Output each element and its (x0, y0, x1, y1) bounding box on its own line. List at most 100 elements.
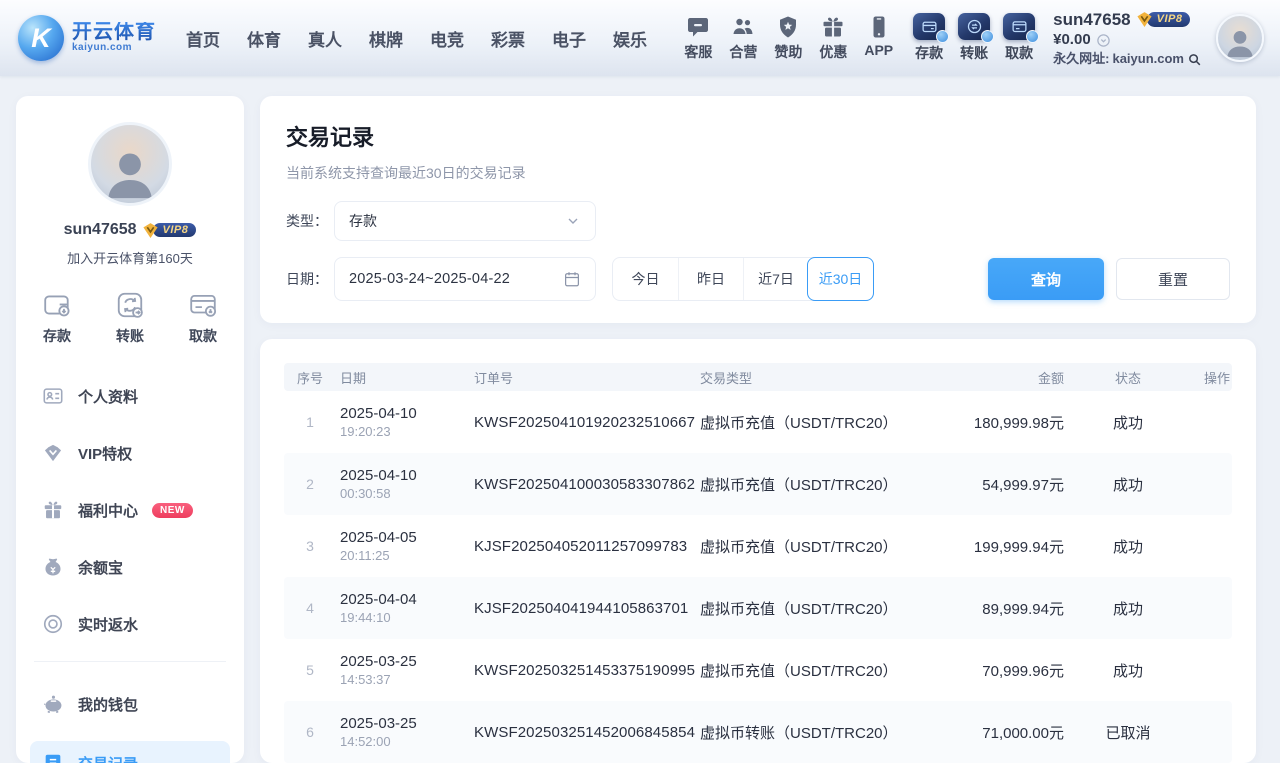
refresh-balance-icon[interactable] (1096, 33, 1111, 48)
quick-actions: 存款 转账 取款 (30, 290, 230, 346)
profile-sidebar: sun47658 VIP8 加入开云体育第160天 存款 转账 (16, 96, 244, 763)
col-type: 交易类型 (696, 368, 938, 387)
col-amount: 金额 (938, 368, 1068, 387)
permanent-url: kaiyun.com (1112, 51, 1184, 67)
sidebar-menu-item[interactable]: 我的钱包 (30, 684, 230, 724)
topbar-utility-item[interactable]: 合营 (729, 15, 757, 62)
date-range-input[interactable]: 2025-03-24~2025-04-22 (334, 257, 596, 301)
row-index: 3 (284, 538, 336, 554)
nav-item[interactable]: 娱乐 (613, 26, 647, 51)
main-column: 交易记录 当前系统支持查询最近30日的交易记录 类型： 存款 日期： 2025-… (260, 96, 1256, 763)
row-date: 2025-04-04 19:44:10 (336, 591, 470, 625)
deposit-cube-icon (913, 13, 945, 40)
vip-v-icon (142, 222, 159, 239)
vip-badge[interactable]: VIP8 (1136, 11, 1191, 28)
date-range-button[interactable]: 近30日 (807, 257, 874, 301)
table-row: 5 2025-03-25 14:53:37 KWSF20250325145337… (284, 639, 1232, 701)
date-range-button[interactable]: 昨日 (678, 258, 743, 300)
row-status: 成功 (1068, 536, 1188, 557)
calendar-icon (563, 270, 581, 288)
nav-item[interactable]: 彩票 (491, 26, 525, 51)
row-order-number: KJSF202504052011257099783 (470, 538, 696, 555)
row-order-number: KWSF202503251453375190995 (470, 662, 696, 679)
table-row: 1 2025-04-10 19:20:23 KWSF20250410192023… (284, 391, 1232, 453)
rebate-icon (42, 613, 64, 635)
col-status: 状态 (1068, 368, 1188, 387)
row-transaction-type: 虚拟币充值（USDT/TRC20） (696, 660, 938, 681)
user-info: sun47658 VIP8 ¥0.00 永久网址: kaiyun.com (1053, 9, 1202, 67)
nav-item[interactable]: 首页 (186, 26, 220, 51)
sidebar-menu-item[interactable]: 个人资料 (30, 376, 230, 416)
row-transaction-type: 虚拟币充值（USDT/TRC20） (696, 536, 938, 557)
transaction-type-select[interactable]: 存款 (334, 201, 596, 241)
welfare-icon (42, 499, 64, 521)
profile-icon (42, 385, 64, 407)
row-amount: 54,999.97元 (938, 474, 1068, 495)
sidebar-menu-item[interactable]: 余额宝 (30, 547, 230, 587)
brand-domain: kaiyun.com (72, 43, 156, 54)
page-content: sun47658 VIP8 加入开云体育第160天 存款 转账 (0, 76, 1280, 763)
topbar-utility-item[interactable]: 优惠 (819, 15, 847, 62)
brand-name: 开云体育 (72, 22, 156, 43)
nav-item[interactable]: 真人 (308, 26, 342, 51)
topbar-utility-item[interactable]: 客服 (684, 15, 712, 62)
partner-icon (731, 15, 755, 39)
topbar-utility-item[interactable]: APP (864, 15, 893, 62)
vip-icon (42, 442, 64, 464)
table-body: 1 2025-04-10 19:20:23 KWSF20250410192023… (284, 391, 1232, 763)
row-date: 2025-04-10 19:20:23 (336, 405, 470, 439)
sidebar-menu-item[interactable]: 实时返水 (30, 604, 230, 644)
promo-icon (821, 15, 845, 39)
date-range-button[interactable]: 今日 (613, 258, 678, 300)
quick-action-button[interactable]: 取款 (188, 290, 218, 346)
quick-action-button[interactable]: 存款 (42, 290, 72, 346)
date-label: 日期： (286, 269, 334, 289)
reset-button[interactable]: 重置 (1116, 258, 1230, 300)
col-order: 订单号 (470, 368, 696, 387)
sidebar-menu: 个人资料 VIP特权 福利中心 NEW 余额宝 (30, 376, 230, 644)
row-index: 2 (284, 476, 336, 492)
wallet-icon (42, 693, 64, 715)
sidebar-menu-item[interactable]: 交易记录 (30, 741, 230, 763)
row-order-number: KWSF202504101920232510667 (470, 414, 696, 431)
row-index: 4 (284, 600, 336, 616)
nav-item[interactable]: 电子 (552, 26, 586, 51)
withdraw-outline-icon (188, 290, 218, 320)
topbar-wallet-button[interactable]: 取款 (1003, 13, 1035, 63)
yuebao-icon (42, 556, 64, 578)
row-status: 成功 (1068, 474, 1188, 495)
site-logo[interactable]: K 开云体育 kaiyun.com (18, 15, 156, 61)
sidebar-username: sun47658 (64, 221, 137, 239)
nav-item[interactable]: 棋牌 (369, 26, 403, 51)
table-row: 2 2025-04-10 00:30:58 KWSF20250410003058… (284, 453, 1232, 515)
row-date: 2025-03-25 14:53:37 (336, 653, 470, 687)
sidebar-avatar[interactable] (88, 122, 172, 206)
filter-panel: 交易记录 当前系统支持查询最近30日的交易记录 类型： 存款 日期： 2025-… (260, 96, 1256, 323)
person-icon (101, 145, 159, 203)
chevron-down-icon (565, 213, 581, 229)
search-icon[interactable] (1187, 52, 1202, 67)
transactions-table: 序号 日期 订单号 交易类型 金额 状态 操作 1 2025-04-10 19:… (260, 339, 1256, 763)
sidebar-menu-item[interactable]: 福利中心 NEW (30, 490, 230, 530)
topbar: K 开云体育 kaiyun.com 首页 体育 真人 棋牌 电竞 彩票 电子 娱乐 客服 合营… (0, 0, 1280, 76)
selected-type: 存款 (349, 211, 565, 231)
topbar-wallet-button[interactable]: 存款 (913, 13, 945, 63)
date-range-button[interactable]: 近7日 (743, 258, 808, 300)
row-status: 成功 (1068, 598, 1188, 619)
vip-badge[interactable]: VIP8 (142, 222, 197, 239)
row-status: 成功 (1068, 660, 1188, 681)
nav-item[interactable]: 电竞 (430, 26, 464, 51)
quick-action-button[interactable]: 转账 (115, 290, 145, 346)
topbar-wallet-button[interactable]: 转账 (958, 13, 990, 63)
table-row: 6 2025-03-25 14:52:00 KWSF20250325145200… (284, 701, 1232, 763)
topbar-utility-item[interactable]: 赞助 (774, 15, 802, 62)
records-icon (42, 752, 64, 763)
row-order-number: KWSF202503251452006845854 (470, 724, 696, 741)
username: sun47658 (1053, 9, 1131, 30)
nav-item[interactable]: 体育 (247, 26, 281, 51)
sidebar-menu-item[interactable]: VIP特权 (30, 433, 230, 473)
sponsor-icon (776, 15, 800, 39)
user-avatar[interactable] (1216, 14, 1264, 62)
search-button[interactable]: 查询 (988, 258, 1104, 300)
col-action: 操作 (1188, 368, 1232, 387)
